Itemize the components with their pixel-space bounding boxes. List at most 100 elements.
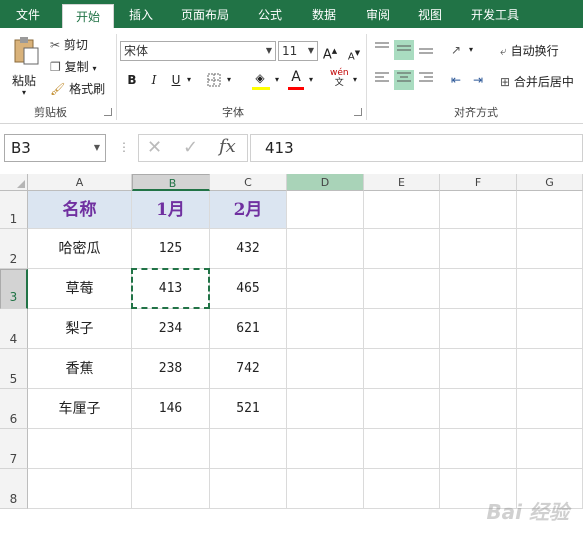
tab-page-layout[interactable]: 页面布局 — [172, 0, 238, 28]
cell-b6[interactable]: 146 — [132, 389, 210, 429]
chevron-down-icon[interactable]: ▾ — [224, 70, 234, 90]
chevron-down-icon[interactable]: ▾ — [306, 70, 316, 90]
cell-d6[interactable] — [287, 389, 364, 429]
cell-f2[interactable] — [440, 229, 517, 269]
cell-a2[interactable]: 哈密瓜 — [28, 229, 132, 269]
tab-file[interactable]: 文件 — [4, 0, 52, 28]
cell-c5[interactable]: 742 — [210, 349, 287, 389]
tab-developer[interactable]: 开发工具 — [462, 0, 528, 28]
select-all-button[interactable] — [0, 174, 28, 191]
cut-button[interactable]: ✂ 剪切 — [50, 36, 88, 53]
phonetic-guide-button[interactable]: wén 文 — [330, 68, 349, 88]
align-center-button[interactable] — [394, 70, 414, 90]
font-launcher-icon[interactable] — [354, 108, 362, 116]
cell-d8[interactable] — [287, 469, 364, 509]
decrease-indent-button[interactable]: ⇤ — [446, 70, 466, 90]
cell-b8[interactable] — [132, 469, 210, 509]
cell-b1[interactable]: 1月 — [132, 191, 210, 229]
cell-c7[interactable] — [210, 429, 287, 469]
cell-a4[interactable]: 梨子 — [28, 309, 132, 349]
cell-e6[interactable] — [364, 389, 440, 429]
cell-e5[interactable] — [364, 349, 440, 389]
tab-review[interactable]: 审阅 — [356, 0, 400, 28]
cell-f3[interactable] — [440, 269, 517, 309]
tab-insert[interactable]: 插入 — [120, 0, 162, 28]
cell-b5[interactable]: 238 — [132, 349, 210, 389]
row-header-6[interactable]: 6 — [0, 389, 28, 429]
borders-button[interactable] — [204, 70, 224, 90]
row-header-4[interactable]: 4 — [0, 309, 28, 349]
cell-d4[interactable] — [287, 309, 364, 349]
cell-d2[interactable] — [287, 229, 364, 269]
cell-d3[interactable] — [287, 269, 364, 309]
align-bottom-button[interactable] — [416, 40, 436, 60]
cell-a6[interactable]: 车厘子 — [28, 389, 132, 429]
cell-b4[interactable]: 234 — [132, 309, 210, 349]
cell-c1[interactable]: 2月 — [210, 191, 287, 229]
cell-c4[interactable]: 621 — [210, 309, 287, 349]
column-header-f[interactable]: F — [440, 174, 517, 191]
copy-button[interactable]: ❐ 复制 ▾ — [50, 58, 96, 75]
tab-data[interactable]: 数据 — [302, 0, 346, 28]
cell-a8[interactable] — [28, 469, 132, 509]
cell-e2[interactable] — [364, 229, 440, 269]
cell-a1[interactable]: 名称 — [28, 191, 132, 229]
row-header-8[interactable]: 8 — [0, 469, 28, 509]
row-header-7[interactable]: 7 — [0, 429, 28, 469]
cell-g2[interactable] — [517, 229, 583, 269]
cell-f7[interactable] — [440, 429, 517, 469]
cell-c2[interactable]: 432 — [210, 229, 287, 269]
cell-e4[interactable] — [364, 309, 440, 349]
chevron-down-icon[interactable]: ▾ — [272, 70, 282, 90]
more-options-icon[interactable]: ⋮ — [118, 140, 130, 154]
align-left-button[interactable] — [372, 70, 392, 90]
cell-e7[interactable] — [364, 429, 440, 469]
enter-icon[interactable]: ✓ — [183, 137, 198, 158]
cell-g6[interactable] — [517, 389, 583, 429]
cell-e1[interactable] — [364, 191, 440, 229]
underline-button[interactable]: U — [166, 70, 186, 90]
cell-g7[interactable] — [517, 429, 583, 469]
align-right-button[interactable] — [416, 70, 436, 90]
align-middle-button[interactable] — [394, 40, 414, 60]
font-name-select[interactable]: 宋体 ▼ — [120, 41, 276, 61]
chevron-down-icon[interactable]: ▾ — [184, 70, 194, 90]
cell-d5[interactable] — [287, 349, 364, 389]
row-header-1[interactable]: 1 — [0, 191, 28, 229]
cell-e3[interactable] — [364, 269, 440, 309]
column-header-e[interactable]: E — [364, 174, 440, 191]
italic-button[interactable]: I — [144, 70, 164, 90]
tab-home[interactable]: 开始 — [62, 4, 114, 28]
formula-input[interactable]: 413 — [250, 134, 583, 162]
cell-g4[interactable] — [517, 309, 583, 349]
font-color-button[interactable]: A — [286, 67, 306, 87]
chevron-down-icon[interactable]: ▾ — [466, 40, 476, 60]
cell-d1[interactable] — [287, 191, 364, 229]
name-box[interactable]: B3 ▼ — [4, 134, 106, 162]
cell-f1[interactable] — [440, 191, 517, 229]
cell-f5[interactable] — [440, 349, 517, 389]
cell-g1[interactable] — [517, 191, 583, 229]
row-header-5[interactable]: 5 — [0, 349, 28, 389]
cell-b2[interactable]: 125 — [132, 229, 210, 269]
align-top-button[interactable] — [372, 40, 392, 60]
fill-color-button[interactable]: ◈ — [250, 68, 270, 88]
cell-d7[interactable] — [287, 429, 364, 469]
cell-c8[interactable] — [210, 469, 287, 509]
cell-a3[interactable]: 草莓 — [28, 269, 132, 309]
cell-c3[interactable]: 465 — [210, 269, 287, 309]
row-header-3[interactable]: 3 — [0, 269, 28, 309]
cell-b7[interactable] — [132, 429, 210, 469]
merge-center-button[interactable]: ⊞ 合并后居中 — [500, 73, 574, 90]
column-header-g[interactable]: G — [517, 174, 583, 191]
cell-a7[interactable] — [28, 429, 132, 469]
insert-function-button[interactable]: fx — [219, 136, 236, 157]
cell-e8[interactable] — [364, 469, 440, 509]
font-size-select[interactable]: 11 ▼ — [278, 41, 318, 61]
cell-c6[interactable]: 521 — [210, 389, 287, 429]
cell-g5[interactable] — [517, 349, 583, 389]
cell-f6[interactable] — [440, 389, 517, 429]
column-header-b[interactable]: B — [132, 174, 210, 191]
cancel-icon[interactable]: ✕ — [147, 137, 162, 158]
bold-button[interactable]: B — [122, 70, 142, 90]
